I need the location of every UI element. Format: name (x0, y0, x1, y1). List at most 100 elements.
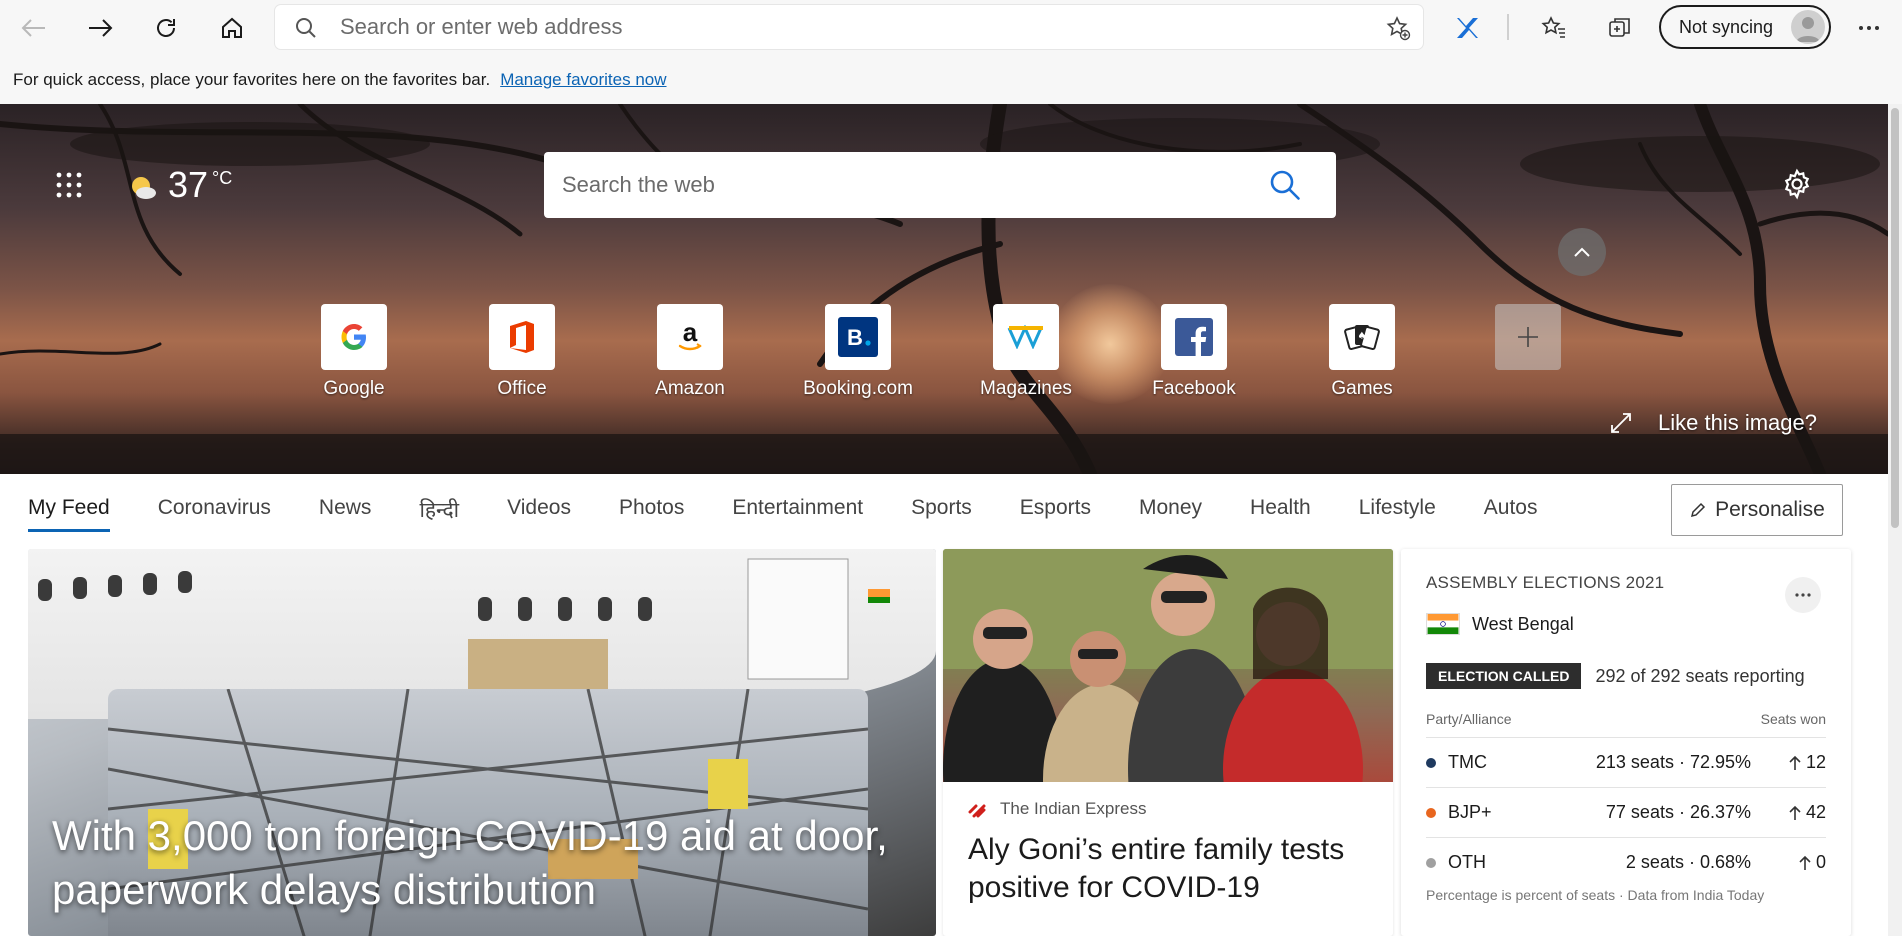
manage-favorites-link[interactable]: Manage favorites now (500, 70, 666, 90)
favorites-button[interactable] (1536, 10, 1572, 46)
data-source-note: Percentage is percent of seats · Data fr… (1426, 887, 1765, 903)
tab-entertainment[interactable]: Entertainment (732, 496, 863, 532)
quick-link-booking[interactable]: B Booking.com (798, 304, 918, 400)
tab-photos[interactable]: Photos (619, 496, 684, 532)
home-button[interactable] (214, 10, 250, 46)
address-placeholder: Search or enter web address (340, 14, 623, 39)
tab-esports[interactable]: Esports (1020, 496, 1091, 532)
tab-hindi[interactable]: हिन्दी (419, 496, 459, 532)
amazon-logo-icon: a (657, 304, 723, 370)
search-icon (296, 18, 316, 38)
quick-link-label: Magazines (980, 378, 1072, 399)
weather-widget[interactable]: 37 °C (128, 164, 232, 206)
settings-more-button[interactable] (1851, 10, 1887, 46)
personalise-button[interactable]: Personalise (1671, 484, 1843, 536)
quick-link-magazines[interactable]: Magazines (966, 304, 1086, 400)
party-seats: 2 seats · 0.68% (1625, 852, 1751, 872)
tab-lifestyle[interactable]: Lifestyle (1359, 496, 1436, 532)
state-row: West Bengal (1426, 613, 1574, 635)
playing-cards-icon: ♠ (1329, 304, 1395, 370)
sync-label: Not syncing (1679, 16, 1774, 37)
temperature: 37 (168, 164, 209, 205)
collapse-hero-button[interactable] (1558, 228, 1606, 276)
refresh-button[interactable] (148, 10, 184, 46)
result-row-oth: OTH 2 seats · 0.68% 0 (1426, 837, 1826, 887)
main-headline[interactable]: With 3,000 ton foreign COVID-19 aid at d… (52, 809, 932, 917)
expand-icon (1611, 413, 1631, 433)
election-status: ELECTION CALLED 292 of 292 seats reporti… (1426, 663, 1805, 689)
party-color-dot (1426, 807, 1436, 818)
quick-link-facebook[interactable]: Facebook (1134, 304, 1254, 400)
back-button[interactable] (16, 10, 52, 46)
more-dots-icon (1795, 593, 1811, 597)
tab-health[interactable]: Health (1250, 496, 1311, 532)
like-this-image-label: Like this image? (1658, 410, 1817, 435)
google-logo-icon (321, 304, 387, 370)
quick-link-office[interactable]: Office (462, 304, 582, 400)
tab-coronavirus[interactable]: Coronavirus (158, 496, 271, 532)
quick-link-amazon[interactable]: a Amazon (630, 304, 750, 400)
tab-news[interactable]: News (319, 496, 372, 532)
result-row-tmc: TMC 213 seats · 72.95% 12 (1426, 737, 1826, 787)
page-settings-gear-icon[interactable] (1781, 168, 1813, 200)
extension-button[interactable] (1449, 10, 1485, 46)
like-this-image-button[interactable]: Like this image? (1610, 410, 1817, 436)
news-card-secondary[interactable]: The Indian Express Aly Goni’s entire fam… (943, 549, 1393, 936)
secondary-headline[interactable]: Aly Goni’s entire family tests positive … (968, 831, 1378, 907)
elections-card[interactable]: ASSEMBLY ELECTIONS 2021 West Bengal ELEC… (1401, 549, 1851, 936)
app-launcher-icon[interactable] (56, 172, 82, 198)
tab-my-feed[interactable]: My Feed (28, 496, 110, 532)
arrow-up-icon (1799, 855, 1811, 870)
chevron-up-icon (1574, 247, 1590, 257)
magazines-logo-icon (993, 304, 1059, 370)
tab-autos[interactable]: Autos (1484, 496, 1538, 532)
collections-button[interactable] (1602, 10, 1638, 46)
party-seats: 77 seats · 26.37% (1605, 802, 1751, 822)
quick-link-google[interactable]: Google (294, 304, 414, 400)
page-scrollbar[interactable] (1888, 104, 1902, 936)
arrow-up-icon (1789, 755, 1801, 770)
tab-videos[interactable]: Videos (507, 496, 571, 532)
sync-status-button[interactable]: Not syncing (1659, 5, 1831, 49)
result-row-bjp: BJP+ 77 seats · 26.37% 42 (1426, 787, 1826, 837)
more-dots-icon (1859, 26, 1879, 30)
temperature-unit: °C (212, 168, 233, 188)
seat-change: 0 (1799, 852, 1826, 873)
india-flag-icon (1426, 613, 1460, 635)
party-name: OTH (1448, 852, 1486, 872)
quick-link-label: Google (323, 378, 385, 399)
web-search-box[interactable]: Search the web (544, 152, 1336, 218)
add-favorite-icon[interactable] (1385, 15, 1411, 41)
scrollbar-thumb[interactable] (1891, 108, 1899, 528)
party-color-dot (1426, 757, 1436, 768)
address-bar[interactable]: Search or enter web address (275, 5, 1423, 49)
extension-x-icon (1457, 18, 1478, 38)
quick-link-label: Facebook (1152, 378, 1236, 399)
results-table: TMC 213 seats · 72.95% 12 BJP+ 77 seats … (1426, 737, 1826, 887)
add-quick-link-button[interactable] (1468, 304, 1588, 370)
svg-text:B: B (847, 325, 863, 350)
quick-link-games[interactable]: ♠ Games (1302, 304, 1422, 400)
news-card-main[interactable]: With 3,000 ton foreign COVID-19 aid at d… (28, 549, 936, 936)
forward-button[interactable] (82, 10, 118, 46)
web-search-icon[interactable] (1268, 168, 1302, 202)
card-more-options-button[interactable] (1785, 577, 1821, 613)
back-arrow-icon (21, 19, 45, 37)
svg-text:a: a (683, 319, 698, 347)
office-logo-icon (489, 304, 555, 370)
pencil-icon (1691, 502, 1706, 518)
tab-sports[interactable]: Sports (911, 496, 972, 532)
seat-change-value: 0 (1815, 852, 1826, 872)
background-image: 37 °C Search the web Google Office a Ama… (0, 104, 1888, 474)
svg-text:♠: ♠ (1358, 331, 1367, 342)
seat-change-value: 12 (1805, 752, 1826, 772)
favorites-star-icon (1541, 16, 1565, 38)
seat-change: 12 (1789, 752, 1826, 773)
booking-logo-icon: B (825, 304, 891, 370)
profile-avatar-icon (1791, 10, 1825, 44)
quick-link-label: Booking.com (803, 378, 913, 399)
election-called-badge: ELECTION CALLED (1426, 663, 1582, 689)
party-column-header: Party/Alliance (1426, 711, 1512, 727)
facebook-logo-icon (1161, 304, 1227, 370)
tab-money[interactable]: Money (1139, 496, 1202, 532)
